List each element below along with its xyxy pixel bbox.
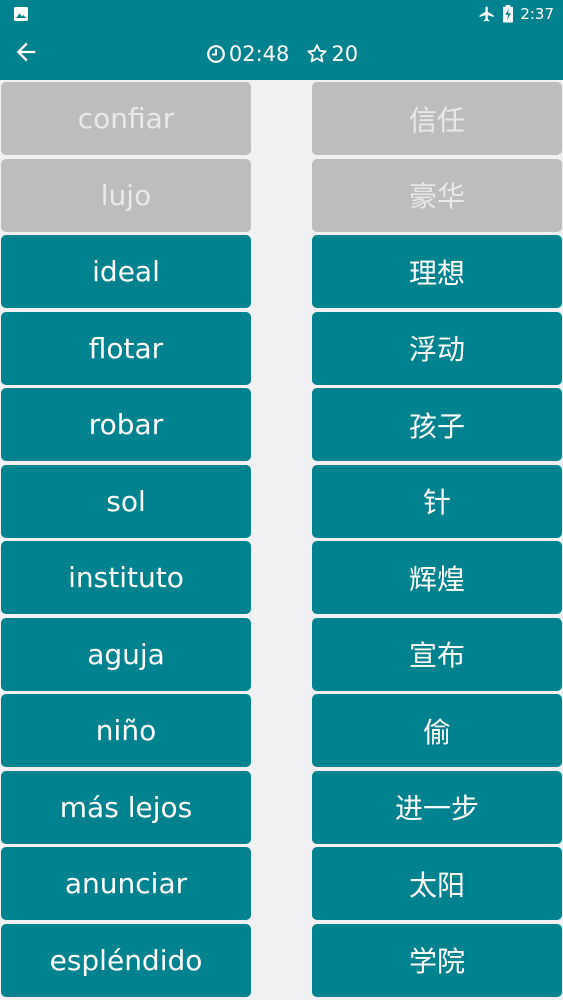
spanish-word-card: confiar	[1, 82, 251, 155]
chinese-word-card[interactable]: 辉煌	[312, 541, 562, 614]
spanish-word-card: lujo	[1, 158, 251, 232]
chinese-word-card[interactable]: 浮动	[312, 311, 562, 385]
matching-board: confiar lujo ideal flotar robar sol instituto a…	[0, 80, 563, 1000]
score-value: 20	[331, 42, 359, 66]
spanish-word-card[interactable]: espléndido	[1, 923, 251, 997]
chinese-word-card[interactable]: 孩子	[312, 388, 562, 461]
spanish-word-card[interactable]: más lejos	[1, 770, 251, 844]
battery-charging-icon	[502, 5, 514, 23]
chinese-word-column: 信任 豪华 理想 浮动 孩子针辉煌 宣布偷进一步 太阳 学院	[312, 82, 562, 1000]
game-stats: 02:48 20	[0, 28, 563, 80]
spanish-word-card[interactable]: aguja	[1, 617, 251, 691]
chinese-word-card[interactable]: 针	[312, 464, 562, 538]
spanish-word-card[interactable]: ideal	[1, 235, 251, 308]
chinese-word-card[interactable]: 学院	[312, 923, 562, 997]
spanish-word-card[interactable]: niño	[1, 694, 251, 767]
spanish-word-card[interactable]: flotar	[1, 311, 251, 385]
star-outline-icon	[305, 42, 329, 66]
timer: 02:48	[205, 42, 290, 66]
app-bar: 02:48 20	[0, 28, 563, 80]
gallery-icon	[13, 6, 29, 22]
chinese-word-card[interactable]: 偷	[312, 694, 562, 767]
chinese-word-card[interactable]: 宣布	[312, 617, 562, 691]
spanish-word-card[interactable]: anunciar	[1, 847, 251, 920]
status-time: 2:37	[520, 5, 554, 23]
chinese-word-card: 豪华	[312, 158, 562, 232]
chinese-word-card[interactable]: 太阳	[312, 847, 562, 920]
clock-icon	[205, 43, 227, 65]
timer-value: 02:48	[228, 42, 290, 66]
score: 20	[305, 42, 358, 66]
status-bar: 2:37	[0, 0, 563, 28]
airplane-mode-icon	[478, 5, 496, 23]
spanish-word-card[interactable]: sol	[1, 464, 251, 538]
chinese-word-card[interactable]: 进一步	[312, 770, 562, 844]
spanish-word-column: confiar lujo ideal flotar robar sol instituto a…	[1, 82, 251, 1000]
spanish-word-card[interactable]: robar	[1, 388, 251, 461]
chinese-word-card[interactable]: 理想	[312, 235, 562, 308]
chinese-word-card: 信任	[312, 82, 562, 155]
spanish-word-card[interactable]: instituto	[1, 541, 251, 614]
